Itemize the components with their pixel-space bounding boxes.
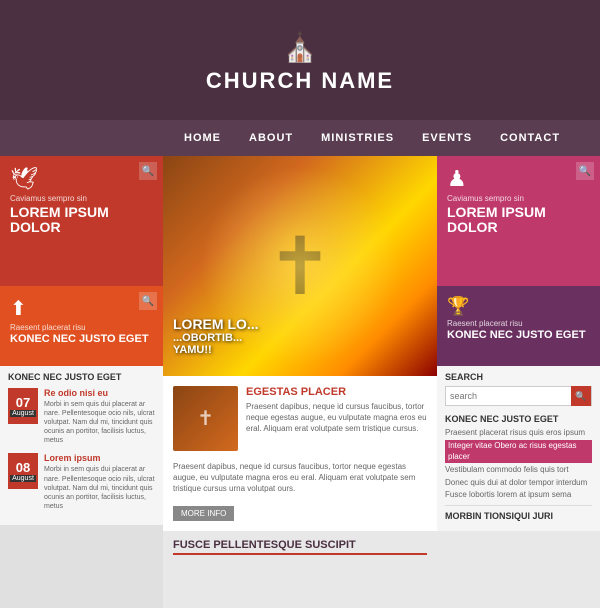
- article-item: ✝ EGESTAS PLACER Praesent dapibus, neque…: [173, 386, 427, 451]
- list-item[interactable]: Donec quis dui at dolor tempor interdum: [445, 478, 592, 488]
- bird-icon: 🕊: [10, 166, 153, 192]
- post-date-num: 08: [16, 461, 30, 474]
- church-icon: ⛪: [283, 31, 318, 64]
- list-item[interactable]: Fusce lobortis lorem at ipsum sema: [445, 490, 592, 500]
- trophy-icon: 🏆: [447, 296, 590, 317]
- nav-contact[interactable]: CONTACT: [486, 132, 574, 144]
- post-date-num: 07: [16, 396, 30, 409]
- hero-overlay-text: LOREM LO... ...OBORTIB... YAMU!!: [173, 316, 259, 356]
- search-box: 🔍: [445, 386, 592, 406]
- section-title-2: FUSCE PELLENTESQUE SUSCIPIT: [173, 539, 427, 555]
- search-label: SEARCH: [445, 372, 592, 382]
- post-content: Lorem ipsum Morbi in sem quis dui placer…: [44, 453, 155, 510]
- nav-about[interactable]: ABOUT: [235, 132, 307, 144]
- post-date-month: August: [10, 475, 36, 482]
- list-item: 08 August Lorem ipsum Morbi in sem quis …: [8, 453, 155, 510]
- article-image: ✝: [173, 386, 238, 451]
- post-title[interactable]: Lorem ipsum: [44, 453, 155, 463]
- left-top-small-text: Caviamus sempro sin: [10, 194, 153, 203]
- left-sidebar-posts: KONEC NEC JUSTO EGET 07 August Re odio n…: [0, 366, 163, 525]
- more-info-button[interactable]: MORE INFO: [173, 506, 234, 521]
- post-date-box: 08 August: [8, 453, 38, 489]
- right-search-button-top[interactable]: 🔍: [576, 162, 594, 180]
- article-text: Praesent dapibus, neque id cursus faucib…: [246, 401, 427, 435]
- hero-text-line3: YAMU!!: [173, 344, 259, 356]
- nav-events[interactable]: EVENTS: [408, 132, 486, 144]
- right-sidebar-content: SEARCH 🔍 KONEC NEC JUSTO EGET Praesent p…: [437, 366, 600, 531]
- left-search-button-bottom[interactable]: 🔍: [139, 292, 157, 310]
- left-search-button-top[interactable]: 🔍: [139, 162, 157, 180]
- list-item[interactable]: Integer vitae Obero ac risus egestas pla…: [445, 440, 592, 463]
- left-orange-small-text: Raesent placerat risu: [10, 323, 153, 332]
- post-text: Morbi in sem quis dui placerat ar nare. …: [44, 465, 155, 510]
- right-sidebar: 🔍 ♟ Caviamus sempro sin LOREM IPSUM DOLO…: [437, 156, 600, 608]
- article-section: ✝ EGESTAS PLACER Praesent dapibus, neque…: [163, 376, 437, 531]
- right-section-title: KONEC NEC JUSTO EGET: [445, 414, 592, 424]
- hero-image: ✝ LOREM LO... ...OBORTIB... YAMU!!: [163, 156, 437, 376]
- right-sidebar-pink-section: 🔍 ♟ Caviamus sempro sin LOREM IPSUM DOLO…: [437, 156, 600, 286]
- article-text-extra: Praesent dapibus, neque id cursus faucib…: [173, 461, 427, 495]
- site-header: ⛪ CHURCH NAME: [0, 0, 600, 120]
- post-date-box: 07 August: [8, 388, 38, 424]
- article-title: EGESTAS PLACER: [246, 386, 427, 398]
- nav-ministries[interactable]: MINISTRIES: [307, 132, 408, 144]
- left-top-big-text: LOREM IPSUM DOLOR: [10, 205, 153, 236]
- right-section-title-2: MORBIN TIONSIQUI JURI: [445, 511, 592, 521]
- right-top-small-text: Caviamus sempro sin: [447, 194, 590, 203]
- post-date-month: August: [10, 410, 36, 417]
- article-body: EGESTAS PLACER Praesent dapibus, neque i…: [246, 386, 427, 451]
- search-section: SEARCH 🔍: [445, 372, 592, 406]
- left-sidebar-orange-section: 🔍 ⬆ Raesent placerat risu KONEC NEC JUST…: [0, 286, 163, 366]
- upload-icon: ⬆: [10, 296, 153, 321]
- right-purple-small-text: Raesent placerat risu: [447, 319, 590, 328]
- main-layout: 🔍 🕊 Caviamus sempro sin LOREM IPSUM DOLO…: [0, 156, 600, 608]
- list-item[interactable]: Praesent placerat risus quis eros ipsum: [445, 428, 592, 438]
- list-item[interactable]: Vestibulam commodo felis quis tort: [445, 465, 592, 475]
- post-title[interactable]: Re odio nisi eu: [44, 388, 155, 398]
- nav-home[interactable]: HOME: [170, 132, 235, 144]
- left-sidebar-red-section: 🔍 🕊 Caviamus sempro sin LOREM IPSUM DOLO…: [0, 156, 163, 286]
- left-sidebar: 🔍 🕊 Caviamus sempro sin LOREM IPSUM DOLO…: [0, 156, 163, 608]
- center-column: ✝ LOREM LO... ...OBORTIB... YAMU!! ✝ EGE…: [163, 156, 437, 608]
- search-input[interactable]: [446, 391, 571, 401]
- post-content: Re odio nisi eu Morbi in sem quis dui pl…: [44, 388, 155, 445]
- main-nav: HOME ABOUT MINISTRIES EVENTS CONTACT: [0, 120, 600, 156]
- list-item: 07 August Re odio nisi eu Morbi in sem q…: [8, 388, 155, 445]
- chess-icon: ♟: [447, 166, 590, 192]
- church-name: CHURCH NAME: [206, 68, 394, 94]
- divider: [445, 505, 592, 506]
- left-orange-big-text: KONEC NEC JUSTO EGET: [10, 333, 153, 345]
- right-sidebar-purple-section: 🏆 Raesent placerat risu KONEC NEC JUSTO …: [437, 286, 600, 366]
- right-purple-big-text: KONEC NEC JUSTO EGET: [447, 329, 590, 341]
- hero-text-line1: LOREM LO...: [173, 316, 259, 332]
- left-posts-title: KONEC NEC JUSTO EGET: [8, 372, 155, 382]
- search-go-button[interactable]: 🔍: [571, 386, 591, 406]
- right-top-big-text: LOREM IPSUM DOLOR: [447, 205, 590, 236]
- hero-text-line2: ...OBORTIB...: [173, 332, 259, 344]
- post-text: Morbi in sem quis dui placerat ar nare. …: [44, 400, 155, 445]
